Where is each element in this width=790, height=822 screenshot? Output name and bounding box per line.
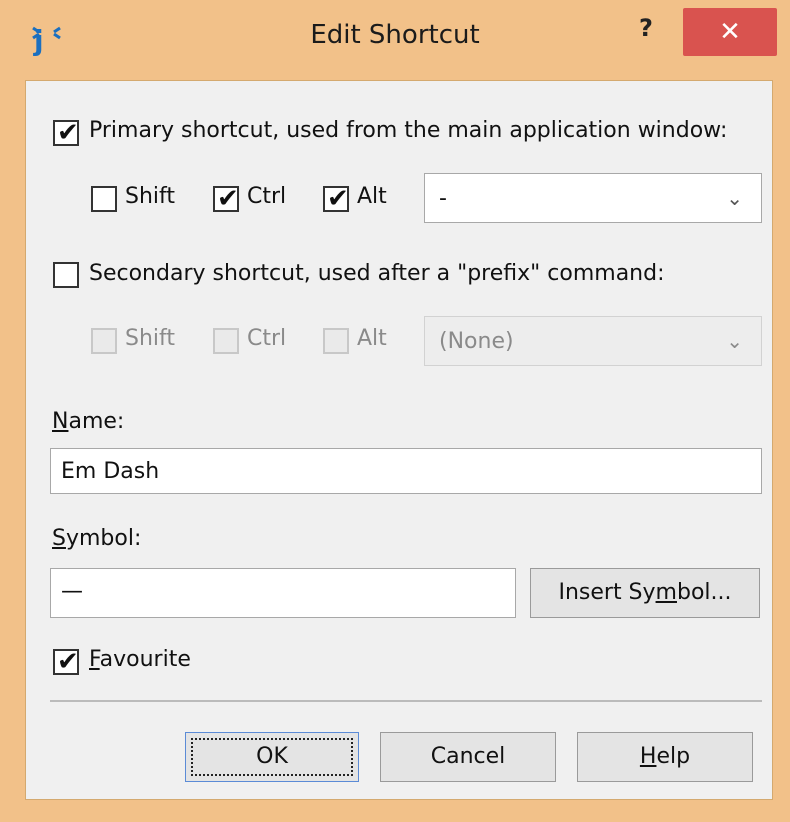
primary-alt-label: Alt — [357, 184, 387, 209]
divider — [50, 700, 762, 702]
primary-ctrl-checkbox[interactable]: ✔ — [213, 184, 239, 214]
window-title: Edit Shortcut — [310, 20, 480, 50]
checkmark-icon: ✔ — [57, 647, 79, 677]
name-input-value: Em Dash — [61, 459, 160, 484]
title-bar: j Edit Shortcut ? ✕ — [0, 0, 790, 80]
secondary-alt-checkbox[interactable] — [323, 328, 349, 354]
checkmark-icon: ✔ — [327, 184, 349, 214]
secondary-key-value: (None) — [439, 329, 514, 354]
primary-key-dropdown[interactable]: - ⌄ — [424, 173, 762, 223]
name-label: Name: — [52, 409, 125, 434]
checkmark-icon: ✔ — [217, 184, 239, 214]
close-button[interactable]: ✕ — [683, 8, 777, 56]
primary-shift-checkbox[interactable] — [91, 186, 117, 212]
secondary-ctrl-label: Ctrl — [247, 326, 287, 351]
secondary-key-dropdown[interactable]: (None) ⌄ — [424, 316, 762, 366]
favourite-label: Favourite — [89, 647, 191, 672]
primary-alt-checkbox[interactable]: ✔ — [323, 184, 349, 214]
name-input[interactable]: Em Dash — [50, 448, 762, 494]
primary-shortcut-checkbox[interactable]: ✔ — [53, 118, 79, 148]
primary-ctrl-label: Ctrl — [247, 184, 287, 209]
symbol-input[interactable]: — — [50, 568, 516, 618]
cancel-button[interactable]: Cancel — [380, 732, 556, 782]
secondary-shortcut-label: Secondary shortcut, used after a "prefix… — [89, 261, 665, 286]
secondary-ctrl-checkbox[interactable] — [213, 328, 239, 354]
secondary-shift-checkbox[interactable] — [91, 328, 117, 354]
ok-button[interactable]: OK — [185, 732, 359, 782]
primary-shortcut-label: Primary shortcut, used from the main app… — [89, 118, 728, 143]
symbol-input-value: — — [61, 579, 83, 604]
secondary-shift-label: Shift — [125, 326, 176, 351]
secondary-shortcut-checkbox[interactable] — [53, 262, 79, 288]
insert-symbol-button[interactable]: Insert Symbol... — [530, 568, 760, 618]
help-button[interactable]: Help — [577, 732, 753, 782]
secondary-alt-label: Alt — [357, 326, 387, 351]
checkmark-icon: ✔ — [57, 118, 79, 148]
primary-key-value: - — [439, 186, 447, 211]
chevron-down-icon: ⌄ — [726, 186, 743, 210]
symbol-label: Symbol: — [52, 526, 142, 551]
dialog-window: j Edit Shortcut ? ✕ ✔ Primary shortcut, … — [0, 0, 790, 822]
help-icon[interactable]: ? — [622, 10, 670, 46]
favourite-checkbox[interactable]: ✔ — [53, 647, 79, 677]
chevron-down-icon: ⌄ — [726, 329, 743, 353]
primary-shift-label: Shift — [125, 184, 176, 209]
